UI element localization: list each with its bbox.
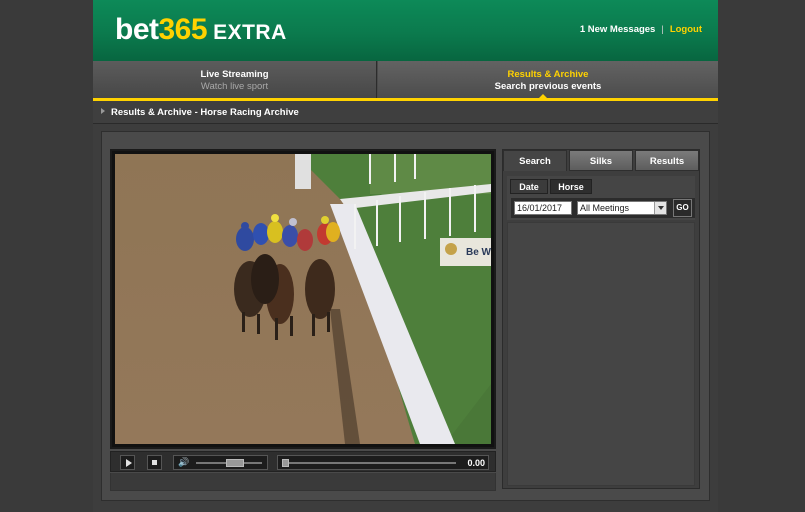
main-nav: Live Streaming Watch live sport Results …: [93, 61, 718, 98]
search-side-panel: Search Silks Results Date Horse All Meet…: [502, 149, 700, 489]
tab-results-archive[interactable]: Results & Archive Search previous events: [378, 61, 718, 98]
chevron-down-icon[interactable]: [654, 202, 666, 214]
search-results-area: [507, 222, 695, 486]
logout-link[interactable]: Logout: [670, 24, 702, 35]
time-display: 0.00: [467, 458, 485, 468]
seek-bar[interactable]: 0.00: [277, 455, 489, 470]
tab-subtitle: Watch live sport: [200, 81, 269, 92]
volume-slider-handle[interactable]: [226, 459, 244, 467]
logo-365: 365: [158, 13, 208, 46]
trackside-sign-text: Be W: [466, 247, 491, 258]
side-tabs: Search Silks Results: [503, 150, 701, 171]
video-player[interactable]: Be W: [110, 149, 496, 449]
seek-track[interactable]: [284, 462, 456, 464]
breadcrumb-arrow-icon: [101, 108, 105, 114]
messages-link[interactable]: 1 New Messages: [580, 24, 656, 35]
go-button[interactable]: GO: [673, 199, 692, 217]
logo-bet: bet: [115, 13, 159, 46]
tab-title: Results & Archive: [507, 69, 589, 80]
subtab-horse[interactable]: Horse: [550, 179, 592, 194]
date-input[interactable]: [514, 201, 572, 215]
tab-search[interactable]: Search: [503, 150, 567, 171]
speaker-icon[interactable]: 🔊: [178, 458, 189, 468]
tab-silks[interactable]: Silks: [569, 150, 633, 171]
page-frame: bet365 EXTRA 1 New Messages | Logout Live S…: [93, 0, 718, 512]
search-row: All Meetings GO: [511, 198, 695, 218]
volume-control[interactable]: 🔊: [173, 455, 268, 470]
horse-race-video[interactable]: Be W: [115, 154, 491, 444]
content-panel: Be W 🔊 0.00 Search Silks Results Date Ho…: [101, 131, 710, 501]
controls-footer: [110, 473, 496, 491]
play-button[interactable]: [120, 455, 135, 470]
bet365-extra-logo[interactable]: bet365 EXTRA: [115, 13, 287, 47]
race-scene: Be W: [115, 154, 491, 444]
stop-button[interactable]: [147, 455, 162, 470]
logo-extra: EXTRA: [213, 21, 287, 44]
meeting-select[interactable]: All Meetings: [577, 201, 667, 215]
breadcrumb: Results & Archive - Horse Racing Archive: [93, 101, 718, 124]
tab-subtitle: Search previous events: [494, 81, 602, 92]
meeting-select-value: All Meetings: [580, 203, 630, 213]
breadcrumb-text[interactable]: Results & Archive - Horse Racing Archive: [111, 107, 299, 118]
search-form: Date Horse All Meetings GO: [507, 176, 695, 220]
seek-handle[interactable]: [282, 459, 289, 467]
header-links: 1 New Messages | Logout: [580, 24, 702, 35]
link-separator: |: [661, 24, 664, 35]
subtab-date[interactable]: Date: [510, 179, 548, 194]
tab-results[interactable]: Results: [635, 150, 699, 171]
tab-title: Live Streaming: [200, 69, 269, 80]
tab-live-streaming[interactable]: Live Streaming Watch live sport: [93, 61, 377, 98]
site-header: bet365 EXTRA 1 New Messages | Logout: [93, 0, 718, 61]
video-controls: 🔊 0.00: [110, 451, 496, 472]
